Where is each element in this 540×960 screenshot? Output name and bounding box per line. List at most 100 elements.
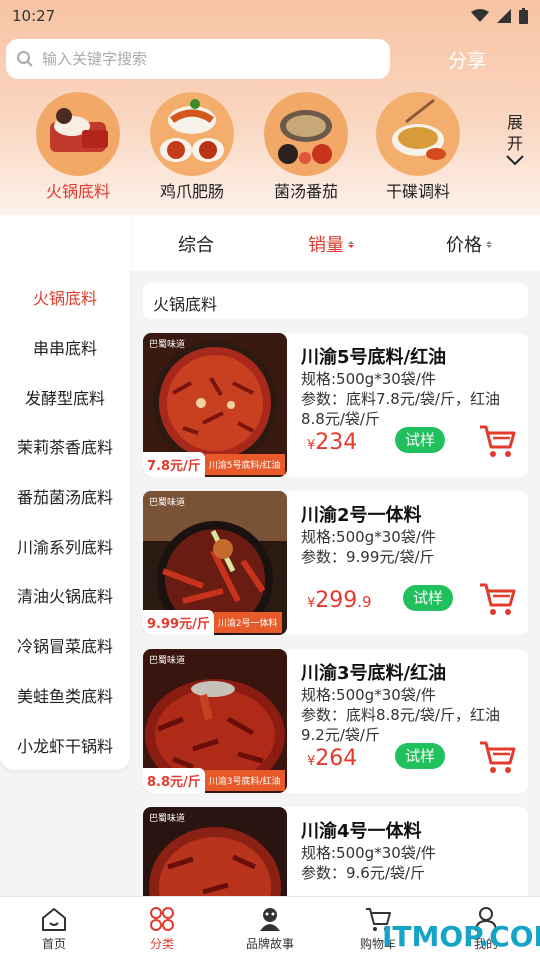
- product-info: 川渝4号一体料 规格:500g*30袋/件 参数：9.6元/袋/斤: [301, 817, 521, 883]
- tab-category[interactable]: 分类: [108, 905, 216, 952]
- price-integer: 299: [315, 588, 358, 613]
- product-spec: 规格:500g*30袋/件: [301, 370, 436, 388]
- price-integer: 264: [315, 746, 358, 771]
- sidebar-item-tomato-mushroom-base[interactable]: 番茄菌汤底料: [0, 484, 130, 508]
- sidebar-item-hotpot-base[interactable]: 火锅底料: [0, 285, 130, 309]
- status-bar: 10:27: [0, 0, 540, 32]
- search-box[interactable]: [6, 39, 390, 79]
- sidebar-item-cold-pot-base[interactable]: 冷锅冒菜底料: [0, 633, 130, 657]
- tag-price: 8.8元/斤: [143, 767, 205, 793]
- category-label: 菌汤番茄: [273, 182, 338, 201]
- product-param: 参数：9.6元/袋/斤: [301, 864, 425, 882]
- brand-logo: 巴蜀味道: [149, 814, 186, 824]
- product-spec: 规格:500g*30袋/件: [301, 528, 436, 546]
- sort-comprehensive-label: 综合: [178, 235, 214, 256]
- battery-icon: [519, 8, 528, 24]
- product-actions: ¥264 试样: [307, 739, 516, 775]
- sort-bar: 综合 销量 价格: [130, 215, 540, 271]
- product-card[interactable]: 巴蜀味道 8.8元/斤 川渝3号底料/红油 川渝3号底料/红油 规格:500g*…: [143, 649, 528, 793]
- sort-price-label: 价格: [446, 235, 482, 256]
- add-to-cart-icon[interactable]: [478, 739, 516, 775]
- tag-price: 9.99元/斤: [143, 609, 214, 635]
- brand-logo: 巴蜀味道: [149, 656, 186, 666]
- tag-name: 川渝2号一体料: [213, 611, 282, 633]
- trial-button[interactable]: 试样: [395, 427, 445, 453]
- search-icon: [17, 51, 33, 67]
- product-info: 川渝5号底料/红油 规格:500g*30袋/件 参数：底料7.8元/袋/斤，红油…: [301, 343, 521, 429]
- category-item-mushroom-tomato[interactable]: 菌汤番茄: [254, 92, 358, 202]
- sort-comprehensive[interactable]: 综合: [178, 231, 214, 257]
- category-item-hotpot-base[interactable]: 火锅底料: [26, 92, 130, 202]
- status-time: 10:27: [12, 7, 56, 25]
- product-spec: 规格:500g*30袋/件: [301, 686, 436, 704]
- tab-label: 品牌故事: [245, 937, 294, 951]
- sidebar-item-jasmine-base[interactable]: 茉莉茶香底料: [0, 434, 130, 458]
- search-row: 分享: [6, 38, 534, 80]
- brand-logo: 巴蜀味道: [149, 498, 186, 508]
- tag-price: 7.8元/斤: [143, 451, 205, 477]
- product-name: 川渝3号底料/红油: [301, 663, 447, 684]
- tab-home[interactable]: 首页: [0, 905, 108, 952]
- product-price-tag: 7.8元/斤 川渝5号底料/红油: [143, 451, 285, 477]
- category-label: 鸡爪肥肠: [159, 182, 224, 201]
- tab-brand-story[interactable]: 品牌故事: [216, 905, 324, 952]
- category-image-dry-dip: [376, 92, 460, 176]
- category-item-chicken-feet[interactable]: 鸡爪肥肠: [140, 92, 244, 202]
- product-actions: ¥234 试样: [307, 423, 516, 459]
- product-card[interactable]: 巴蜀味道 7.8元/斤 川渝5号底料/红油 川渝5号底料/红油 规格:500g*…: [143, 333, 528, 477]
- product-name: 川渝5号底料/红油: [301, 347, 447, 368]
- search-input[interactable]: [42, 50, 362, 68]
- product-info: 川渝2号一体料 规格:500g*30袋/件 参数：9.99元/袋/斤: [301, 501, 521, 567]
- product-name: 川渝2号一体料: [301, 505, 422, 526]
- product-image: 巴蜀味道 9.99元/斤 川渝2号一体料: [143, 491, 287, 635]
- sidebar-item-chuanyu-series[interactable]: 川渝系列底料: [0, 534, 130, 558]
- wifi-icon: [471, 9, 489, 22]
- trial-button[interactable]: 试样: [395, 743, 445, 769]
- sort-sales[interactable]: 销量: [308, 231, 354, 257]
- add-to-cart-icon[interactable]: [478, 581, 516, 617]
- expand-label-line2: 开: [506, 134, 523, 153]
- product-image: 巴蜀味道 7.8元/斤 川渝5号底料/红油: [143, 333, 287, 477]
- add-to-cart-icon[interactable]: [478, 423, 516, 459]
- share-button[interactable]: 分享: [448, 46, 486, 73]
- product-actions: ¥299.9 试样: [307, 581, 516, 617]
- sidebar-item-frog-fish-base[interactable]: 美蛙鱼类底料: [0, 683, 130, 707]
- tab-label: 分类: [149, 937, 174, 951]
- category-icon: [150, 907, 174, 931]
- sort-arrows-icon: [348, 240, 354, 248]
- trial-button[interactable]: 试样: [403, 585, 453, 611]
- product-price: ¥234: [307, 430, 357, 455]
- product-price-tag: 8.8元/斤 川渝3号底料/红油: [143, 767, 285, 793]
- sort-price[interactable]: 价格: [446, 231, 492, 257]
- price-integer: 234: [315, 430, 358, 455]
- category-item-dry-dip[interactable]: 干碟调料: [366, 92, 470, 202]
- category-sidebar: 火锅底料 串串底料 发酵型底料 茉莉茶香底料 番茄菌汤底料 川渝系列底料 清油火…: [0, 215, 130, 770]
- brand-icon: [260, 908, 280, 931]
- signal-icon: [497, 9, 511, 23]
- product-name: 川渝4号一体料: [301, 821, 422, 842]
- sort-arrows-icon: [486, 240, 492, 248]
- category-label: 火锅底料: [45, 182, 110, 201]
- sidebar-item-crayfish-base[interactable]: 小龙虾干锅料: [0, 733, 130, 757]
- product-card[interactable]: 巴蜀味道 9.99元/斤 川渝2号一体料 川渝2号一体料 规格:500g*30袋…: [143, 491, 528, 635]
- product-price: ¥299.9: [307, 588, 372, 613]
- category-image-mushroom-tomato: [264, 92, 348, 176]
- category-row: 火锅底料 鸡爪肥肠 菌汤番茄 干碟调料 展 开: [0, 92, 540, 204]
- sidebar-item-skewer-base[interactable]: 串串底料: [0, 335, 130, 359]
- product-image: 巴蜀味道 8.8元/斤 川渝3号底料/红油: [143, 649, 287, 793]
- status-icons: [471, 8, 528, 24]
- product-price-tag: 9.99元/斤 川渝2号一体料: [143, 609, 282, 635]
- brand-logo: 巴蜀味道: [149, 340, 186, 350]
- tag-name: 川渝3号底料/红油: [204, 769, 285, 791]
- sidebar-item-fermented-base[interactable]: 发酵型底料: [0, 385, 130, 409]
- chevron-down-icon: [506, 155, 524, 166]
- price-decimal: .9: [357, 593, 372, 611]
- product-card[interactable]: 巴蜀味道 川渝4号一体料 规格:500g*30袋/件 参数：9.6元/袋/斤: [143, 807, 528, 896]
- section-title: 火锅底料: [143, 283, 528, 319]
- sidebar-item-clear-oil-base[interactable]: 清油火锅底料: [0, 583, 130, 607]
- product-price: ¥264: [307, 746, 357, 771]
- category-image-hotpot-base: [36, 92, 120, 176]
- sort-sales-label: 销量: [308, 235, 344, 256]
- home-icon: [42, 908, 66, 931]
- expand-button[interactable]: 展 开: [500, 112, 530, 166]
